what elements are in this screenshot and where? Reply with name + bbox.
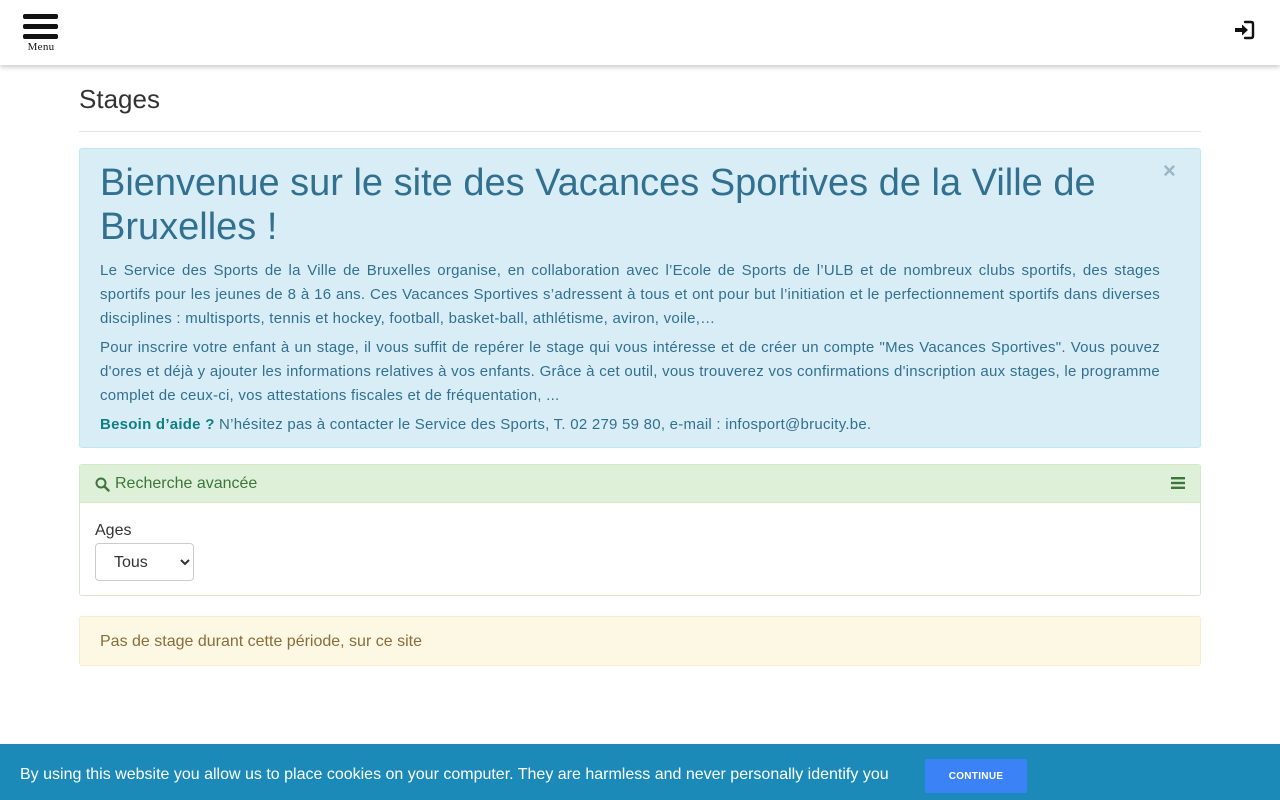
hamburger-icon-bar: [23, 24, 58, 29]
hamburger-icon: [23, 14, 58, 19]
welcome-alert: Bienvenue sur le site des Vacances Sport…: [79, 148, 1201, 448]
welcome-help: Besoin d’aide ? N’hésitez pas à contacte…: [100, 413, 1160, 437]
menu-button[interactable]: Menu: [22, 12, 60, 54]
advanced-search-label: Recherche avancée: [115, 475, 258, 492]
login-button[interactable]: [1233, 20, 1255, 40]
top-bar: Menu: [0, 0, 1280, 65]
welcome-paragraph-registration: Pour inscrire votre enfant à un stage, i…: [100, 339, 1160, 404]
advanced-search-panel: Recherche avancée Ages Tous: [79, 464, 1201, 596]
no-stage-notice: Pas de stage durant cette période, sur c…: [79, 616, 1201, 666]
cookie-continue-button[interactable]: CONTINUE: [925, 759, 1027, 793]
cookie-bar: By using this website you allow us to pl…: [0, 744, 1280, 800]
welcome-heading: Bienvenue sur le site des Vacances Sport…: [100, 162, 1096, 248]
cookie-message: By using this website you allow us to pl…: [20, 766, 889, 783]
sign-in-icon: [1235, 20, 1255, 40]
close-icon[interactable]: ×: [1163, 160, 1176, 182]
advanced-search-header[interactable]: Recherche avancée: [80, 465, 1200, 503]
menu-label: Menu: [27, 41, 55, 53]
ages-select[interactable]: Tous: [95, 543, 194, 581]
ages-label: Ages: [95, 522, 132, 539]
search-icon: [95, 477, 110, 492]
list-icon: [1171, 477, 1185, 489]
page-title: Stages: [79, 84, 160, 114]
welcome-paragraph-intro: Le Service des Sports de la Ville de Bru…: [100, 262, 1160, 327]
help-strong-label: Besoin d’aide ?: [100, 416, 215, 433]
hamburger-icon-bar: [23, 34, 58, 39]
help-contact-text: N’hésitez pas à contacter le Service des…: [214, 416, 872, 433]
advanced-search-title[interactable]: Recherche avancée: [95, 475, 257, 493]
list-toggle-button[interactable]: [1171, 476, 1185, 495]
title-divider: [79, 131, 1201, 132]
